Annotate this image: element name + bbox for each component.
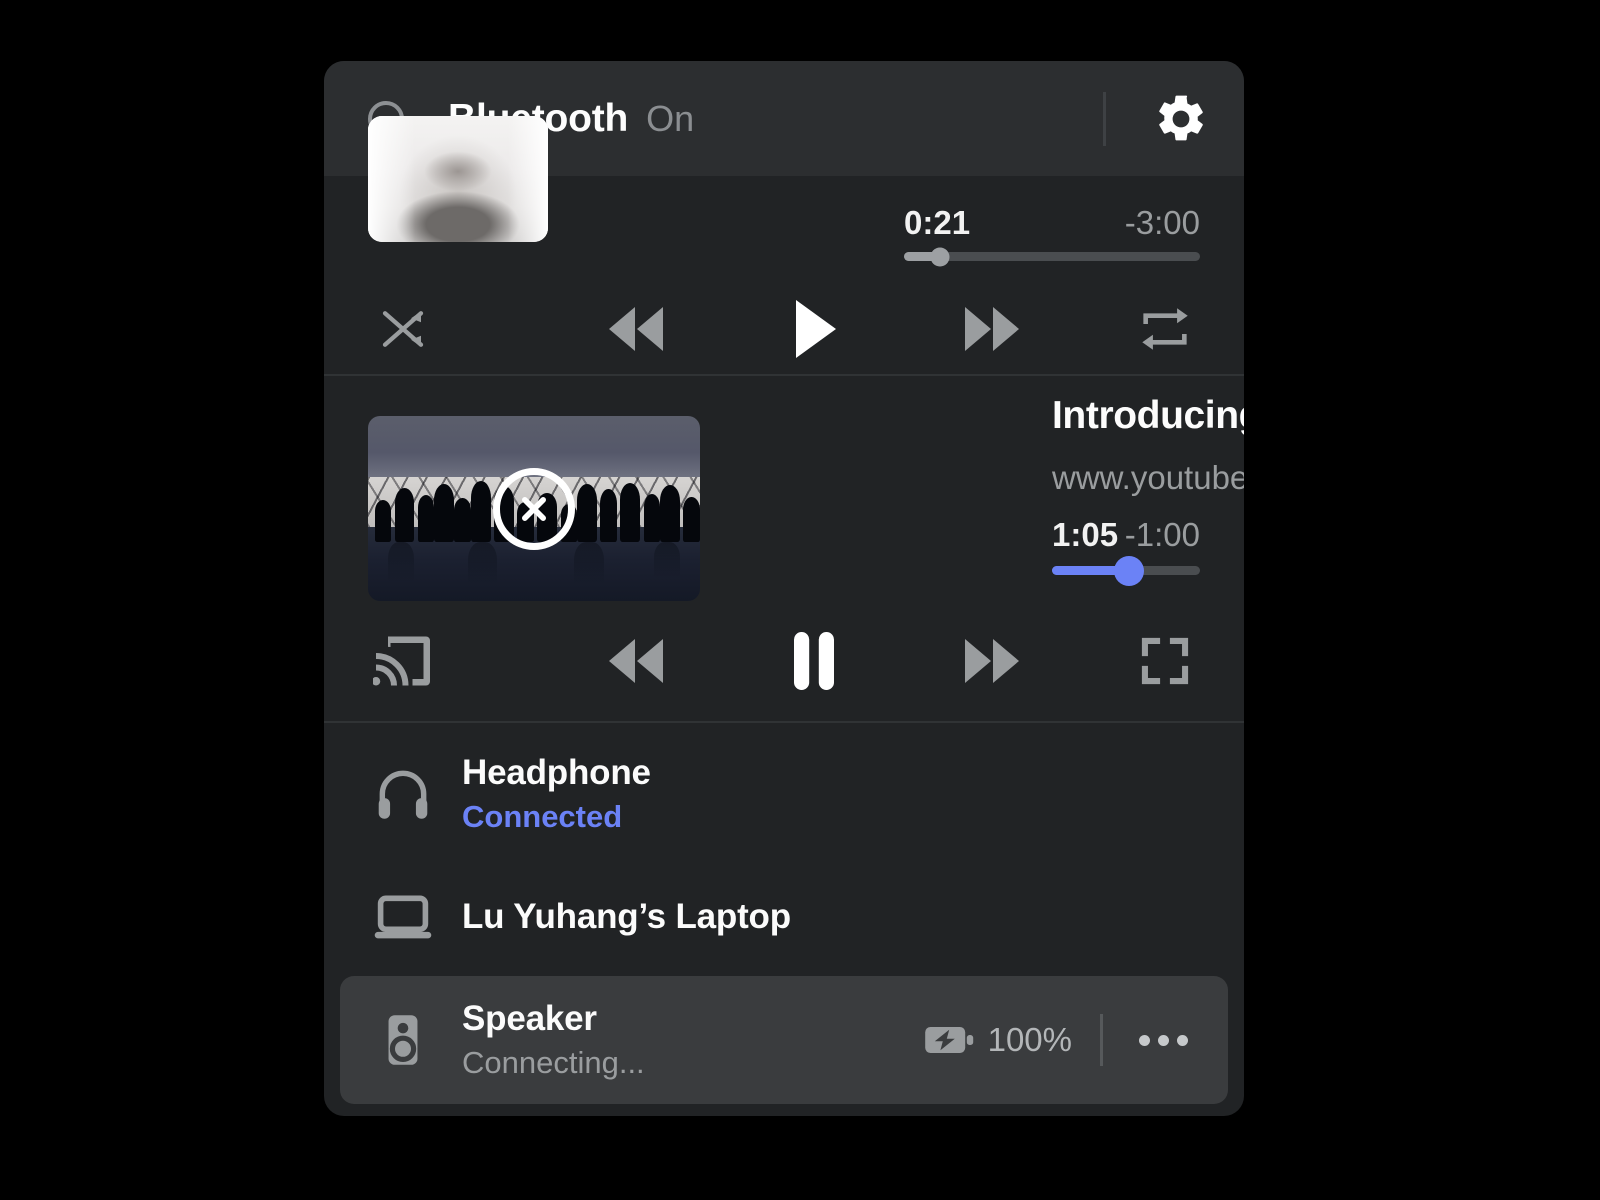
device-row-speaker[interactable]: Speaker Connecting... 100% xyxy=(340,976,1228,1104)
play-icon xyxy=(796,300,836,358)
video-time-row: 1:05 -1:00 xyxy=(1052,516,1200,554)
dot xyxy=(1177,1034,1188,1046)
battery-percentage: 100% xyxy=(987,1021,1072,1058)
device-info: Lu Yuhang’s Laptop xyxy=(462,897,791,937)
header-actions xyxy=(1103,61,1244,176)
video-source-url: www.youtube.com xyxy=(1052,459,1244,496)
rewind-icon xyxy=(609,639,663,683)
thumbnail-reflection xyxy=(573,541,604,587)
video-remaining-time: -1:00 xyxy=(1124,516,1200,553)
music-next-button[interactable] xyxy=(952,294,1030,364)
speaker-icon xyxy=(368,1009,438,1071)
repeat-icon xyxy=(1142,308,1188,350)
gear-icon xyxy=(1159,95,1203,140)
video-progress-thumb[interactable] xyxy=(1113,555,1144,586)
more-options-button[interactable] xyxy=(1129,1025,1198,1056)
device-row-laptop[interactable]: Lu Yuhang’s Laptop xyxy=(340,869,1228,965)
dot xyxy=(1158,1034,1169,1046)
music-time-row: 0:21 -3:00 xyxy=(904,204,1200,242)
battery-charging-icon xyxy=(924,1027,973,1053)
video-controls xyxy=(324,606,1244,716)
headphone-icon xyxy=(368,763,438,825)
screen-background: Bluetooth On 0:21 -3:00 xyxy=(0,0,1600,1200)
album-art-highlight-right xyxy=(508,116,548,242)
device-name: Lu Yuhang’s Laptop xyxy=(462,897,791,936)
video-pause-button[interactable] xyxy=(778,625,850,697)
device-status: Connected xyxy=(462,799,623,834)
video-current-time: 1:05 xyxy=(1052,516,1119,553)
music-controls xyxy=(324,284,1244,374)
music-remaining-time: -3:00 xyxy=(1124,204,1200,241)
bluetooth-state-label: On xyxy=(646,97,695,139)
fast-forward-icon xyxy=(965,307,1019,351)
thumbnail-reflection xyxy=(467,541,498,587)
settings-button[interactable] xyxy=(1146,84,1216,154)
device-info: Headphone Connected xyxy=(462,753,651,835)
shuffle-icon xyxy=(382,311,424,347)
video-player-card: Introducing Apple Wa... www.youtube.com … xyxy=(324,376,1244,721)
row-divider xyxy=(1100,1014,1103,1066)
close-icon xyxy=(522,496,546,521)
device-row-actions: 100% xyxy=(924,1014,1228,1066)
shuffle-button[interactable] xyxy=(368,294,438,364)
laptop-icon xyxy=(368,885,438,949)
pause-icon xyxy=(794,632,834,690)
thumbnail-reflection xyxy=(653,541,681,579)
fullscreen-button[interactable] xyxy=(1130,626,1200,696)
cast-icon xyxy=(373,636,430,686)
device-info: Speaker Connecting... xyxy=(462,999,645,1081)
music-player-card: 0:21 -3:00 xyxy=(324,116,1244,374)
music-progress-thumb[interactable] xyxy=(930,247,950,266)
device-row-headphone[interactable]: Headphone Connected xyxy=(340,733,1228,855)
video-next-button[interactable] xyxy=(952,626,1030,696)
music-progress-bar[interactable] xyxy=(904,247,1200,266)
video-transport-group xyxy=(598,625,1030,697)
cast-button[interactable] xyxy=(368,626,438,696)
device-list: Headphone Connected Lu Yuhang’s Laptop S… xyxy=(324,723,1244,1115)
music-transport-group xyxy=(598,293,1030,365)
fast-forward-icon xyxy=(965,639,1019,683)
device-name: Headphone xyxy=(462,753,651,792)
video-thumbnail[interactable] xyxy=(368,416,700,601)
video-previous-button[interactable] xyxy=(598,626,676,696)
device-name: Speaker xyxy=(462,999,597,1038)
dot xyxy=(1139,1034,1150,1046)
music-play-button[interactable] xyxy=(778,293,850,365)
bluetooth-panel: Bluetooth On 0:21 -3:00 xyxy=(324,61,1244,1116)
video-title: Introducing Apple Wa... xyxy=(1052,394,1244,437)
fullscreen-icon xyxy=(1141,637,1189,685)
header-divider xyxy=(1103,91,1106,146)
music-current-time: 0:21 xyxy=(904,204,971,241)
rewind-icon xyxy=(609,307,663,351)
repeat-button[interactable] xyxy=(1130,294,1200,364)
album-art-highlight-left xyxy=(368,116,415,242)
close-video-button[interactable] xyxy=(493,467,575,550)
music-previous-button[interactable] xyxy=(598,294,676,364)
album-art[interactable] xyxy=(368,116,548,242)
device-status: Connecting... xyxy=(462,1045,645,1080)
video-progress-bar[interactable] xyxy=(1052,555,1200,586)
thumbnail-reflection xyxy=(387,541,415,583)
